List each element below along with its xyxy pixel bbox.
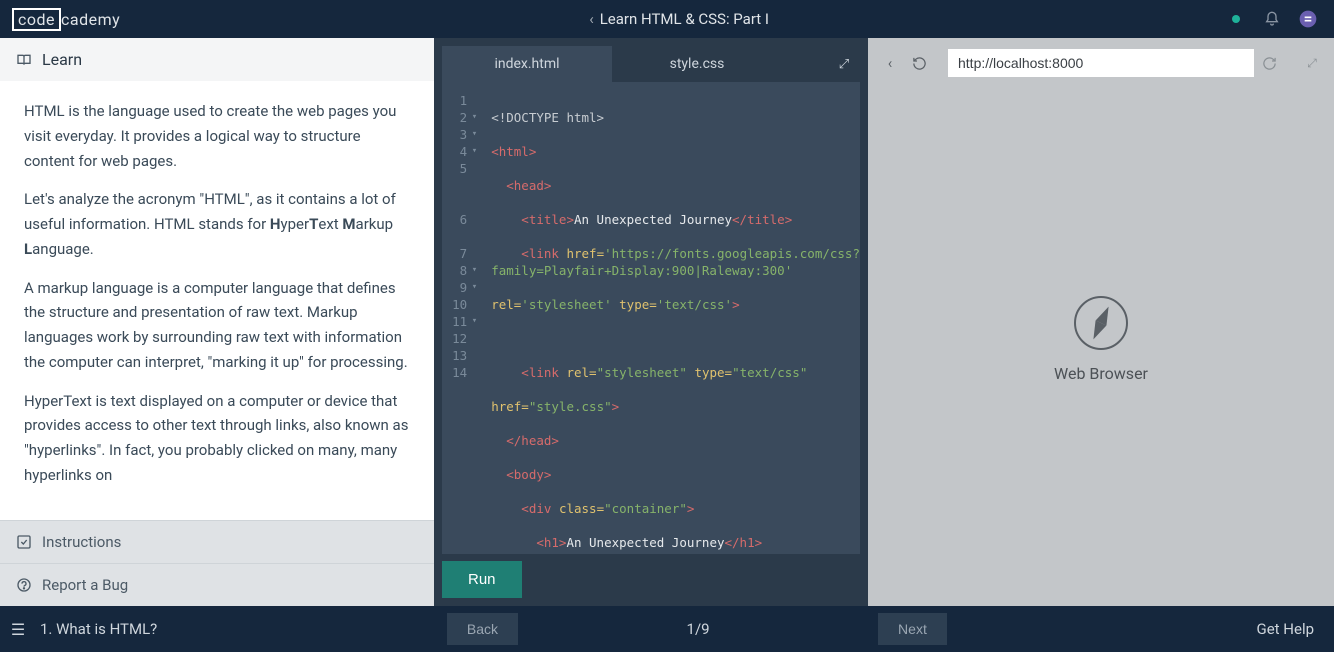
browser-reload-icon[interactable] <box>912 56 940 71</box>
pager: 1/9 <box>518 620 878 638</box>
browser-expand-icon[interactable]: ⤢ <box>1298 56 1326 71</box>
lesson-paragraph: Let's analyze the acronym "HTML", as it … <box>24 187 410 261</box>
bottombar: ☰ 1. What is HTML? Back 1/9 Next Get Hel… <box>0 606 1334 652</box>
back-button[interactable]: Back <box>447 613 518 645</box>
status-indicator-icon[interactable] <box>1226 9 1246 29</box>
browser-panel: ‹ ⤢ Web Browser <box>868 38 1334 606</box>
next-button[interactable]: Next <box>878 613 947 645</box>
instructions-toggle[interactable]: Instructions <box>0 520 434 563</box>
report-bug-label: Report a Bug <box>42 576 128 594</box>
browser-back-icon[interactable]: ‹ <box>876 54 904 72</box>
instructions-label: Instructions <box>42 533 121 551</box>
learn-label: Learn <box>42 50 82 69</box>
run-button[interactable]: Run <box>442 561 522 598</box>
expand-icon[interactable]: ⤢ <box>828 57 860 72</box>
topbar: codecademy ‹Learn HTML & CSS: Part I <box>0 0 1334 38</box>
lesson-body[interactable]: HTML is the language used to create the … <box>0 81 434 520</box>
logo[interactable]: codecademy <box>0 10 132 29</box>
browser-placeholder-label: Web Browser <box>1054 364 1148 383</box>
browser-refresh-right-icon[interactable] <box>1262 56 1290 71</box>
code-lines: <!DOCTYPE html> <html> <head> <title>An … <box>475 92 860 544</box>
lesson-panel: Learn HTML is the language used to creat… <box>0 38 434 606</box>
code-area[interactable]: 1 2▾ 3▾ 4▾ 5 6 7 8▾ 9▾ 10 11▾ 12 13 14 <… <box>442 82 860 554</box>
compass-icon <box>1074 296 1128 350</box>
lesson-paragraph: A markup language is a computer language… <box>24 276 410 375</box>
menu-icon[interactable]: ☰ <box>0 620 36 639</box>
learn-header[interactable]: Learn <box>0 38 434 81</box>
tab-style-css[interactable]: style.css <box>612 46 782 82</box>
chevron-left-icon: ‹ <box>589 10 594 28</box>
help-circle-icon <box>16 577 32 593</box>
bell-icon[interactable] <box>1262 9 1282 29</box>
url-input[interactable] <box>948 49 1254 77</box>
get-help-link[interactable]: Get Help <box>1236 620 1334 638</box>
book-icon <box>16 52 32 68</box>
lesson-paragraph: HTML is the language used to create the … <box>24 99 410 173</box>
tab-index-html[interactable]: index.html <box>442 46 612 82</box>
lesson-paragraph: HyperText is text displayed on a compute… <box>24 389 410 488</box>
check-square-icon <box>16 534 32 550</box>
gutter: 1 2▾ 3▾ 4▾ 5 6 7 8▾ 9▾ 10 11▾ 12 13 14 <box>442 92 475 544</box>
report-bug-link[interactable]: Report a Bug <box>0 563 434 606</box>
course-title[interactable]: ‹Learn HTML & CSS: Part I <box>132 10 1226 28</box>
avatar-icon[interactable] <box>1298 9 1318 29</box>
code-editor-panel: index.html style.css ⤢ 1 2▾ 3▾ 4▾ 5 6 7 … <box>434 38 868 606</box>
lesson-title: 1. What is HTML? <box>36 620 157 638</box>
